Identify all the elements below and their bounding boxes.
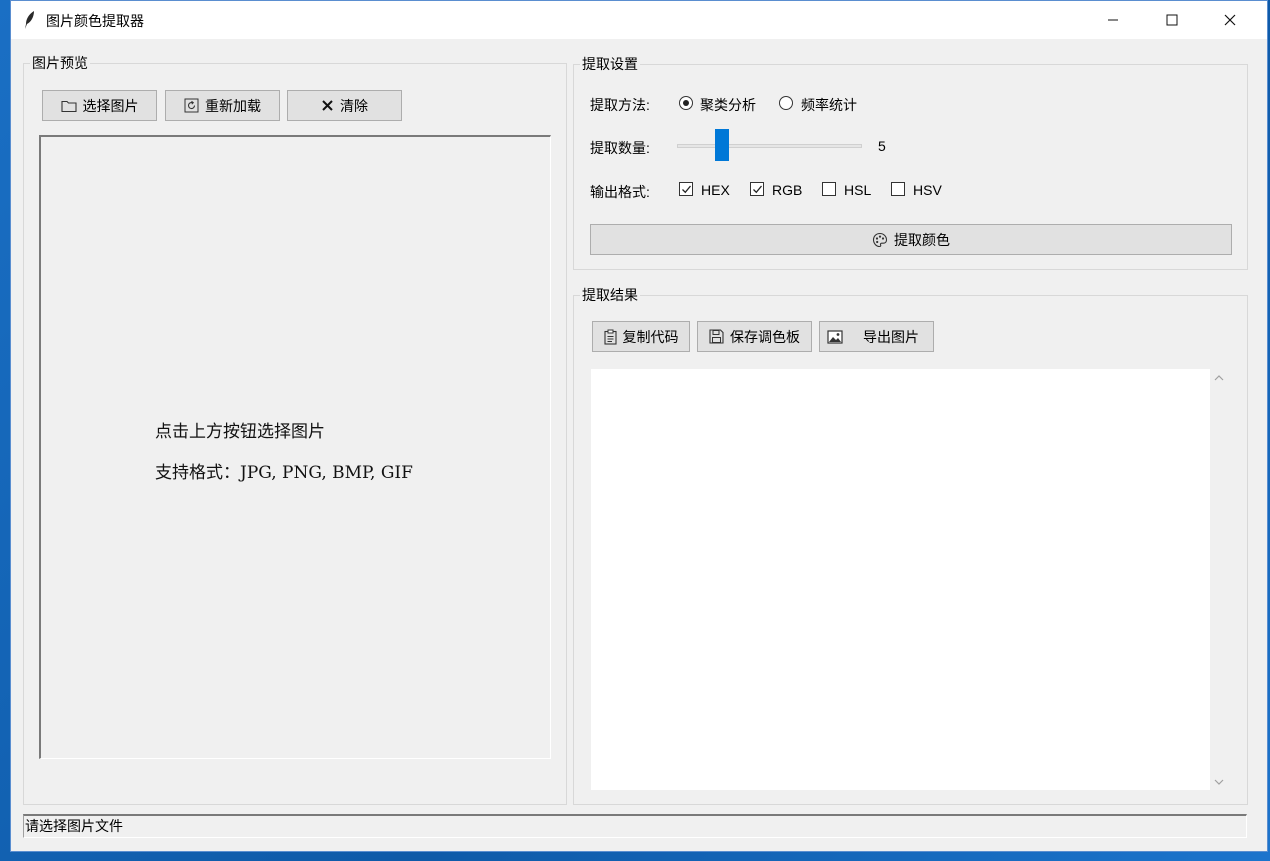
extract-colors-label: 提取颜色 [894,231,950,248]
export-image-button[interactable]: 导出图片 [819,321,934,352]
scroll-up-icon[interactable] [1214,372,1224,384]
palette-icon [872,232,888,247]
radio-clustering-indicator[interactable] [679,96,693,110]
radio-clustering-label[interactable]: 聚类分析 [700,95,756,115]
maximize-icon [1166,14,1178,26]
save-palette-button[interactable]: 保存调色板 [697,321,812,352]
image-preview-area[interactable]: 点击上方按钮选择图片 支持格式：JPG, PNG, BMP, GIF [39,135,551,759]
status-text: 请选择图片文件 [25,818,123,834]
app-window: 图片颜色提取器 图片预览 选择图片 重新加载 清除 点击上方按钮选择图片 支持格… [10,0,1268,852]
title-bar: 图片颜色提取器 [11,1,1267,39]
count-slider-thumb[interactable] [714,129,729,161]
reload-label: 重新加载 [205,97,261,114]
result-scrollbar[interactable] [1211,369,1228,790]
checkbox-rgb-label[interactable]: RGB [772,182,802,198]
minimize-icon [1108,19,1118,21]
count-value: 5 [878,138,886,154]
close-icon [1224,14,1236,26]
checkmark-icon [682,185,692,194]
window-title: 图片颜色提取器 [46,13,144,29]
method-label: 提取方法: [590,97,650,113]
folder-icon [60,100,77,112]
checkmark-icon [753,185,763,194]
results-legend: 提取结果 [582,287,638,303]
close-button[interactable] [1201,1,1259,39]
result-text-area[interactable] [591,369,1210,790]
clipboard-icon [603,329,617,345]
checkbox-hex-box[interactable] [679,182,693,196]
status-bar: 请选择图片文件 [23,814,1247,838]
reload-icon [184,98,199,113]
checkbox-rgb-box[interactable] [750,182,764,196]
preview-hint-primary: 点击上方按钮选择图片 [155,422,325,442]
checkbox-hsv-box[interactable] [891,182,905,196]
checkbox-hsl-label[interactable]: HSL [844,182,871,198]
image-icon [827,329,843,344]
extract-colors-button[interactable]: 提取颜色 [590,224,1232,255]
export-image-label: 导出图片 [863,328,919,345]
preview-legend: 图片预览 [32,55,88,71]
radio-frequency-indicator[interactable] [779,96,793,110]
close-x-icon [322,100,333,111]
checkbox-hsv-label[interactable]: HSV [913,182,942,198]
clear-label: 清除 [340,97,368,114]
feather-icon [25,11,34,29]
count-slider-track[interactable] [677,144,862,148]
count-label: 提取数量: [590,140,650,156]
radio-frequency-label[interactable]: 频率统计 [801,95,857,115]
select-image-button[interactable]: 选择图片 [42,90,157,121]
clear-button[interactable]: 清除 [287,90,402,121]
maximize-button[interactable] [1143,1,1201,39]
preview-hint-formats: 支持格式：JPG, PNG, BMP, GIF [155,463,413,483]
reload-button[interactable]: 重新加载 [165,90,280,121]
minimize-button[interactable] [1084,1,1142,39]
select-image-label: 选择图片 [82,97,139,114]
checkbox-hex-label[interactable]: HEX [701,182,730,198]
save-icon [709,329,724,344]
checkbox-hsl-box[interactable] [822,182,836,196]
format-label: 输出格式: [590,184,650,200]
save-palette-label: 保存调色板 [730,328,800,345]
copy-code-button[interactable]: 复制代码 [592,321,690,352]
scroll-down-icon[interactable] [1214,776,1224,788]
copy-code-label: 复制代码 [622,328,679,345]
settings-legend: 提取设置 [582,56,638,72]
